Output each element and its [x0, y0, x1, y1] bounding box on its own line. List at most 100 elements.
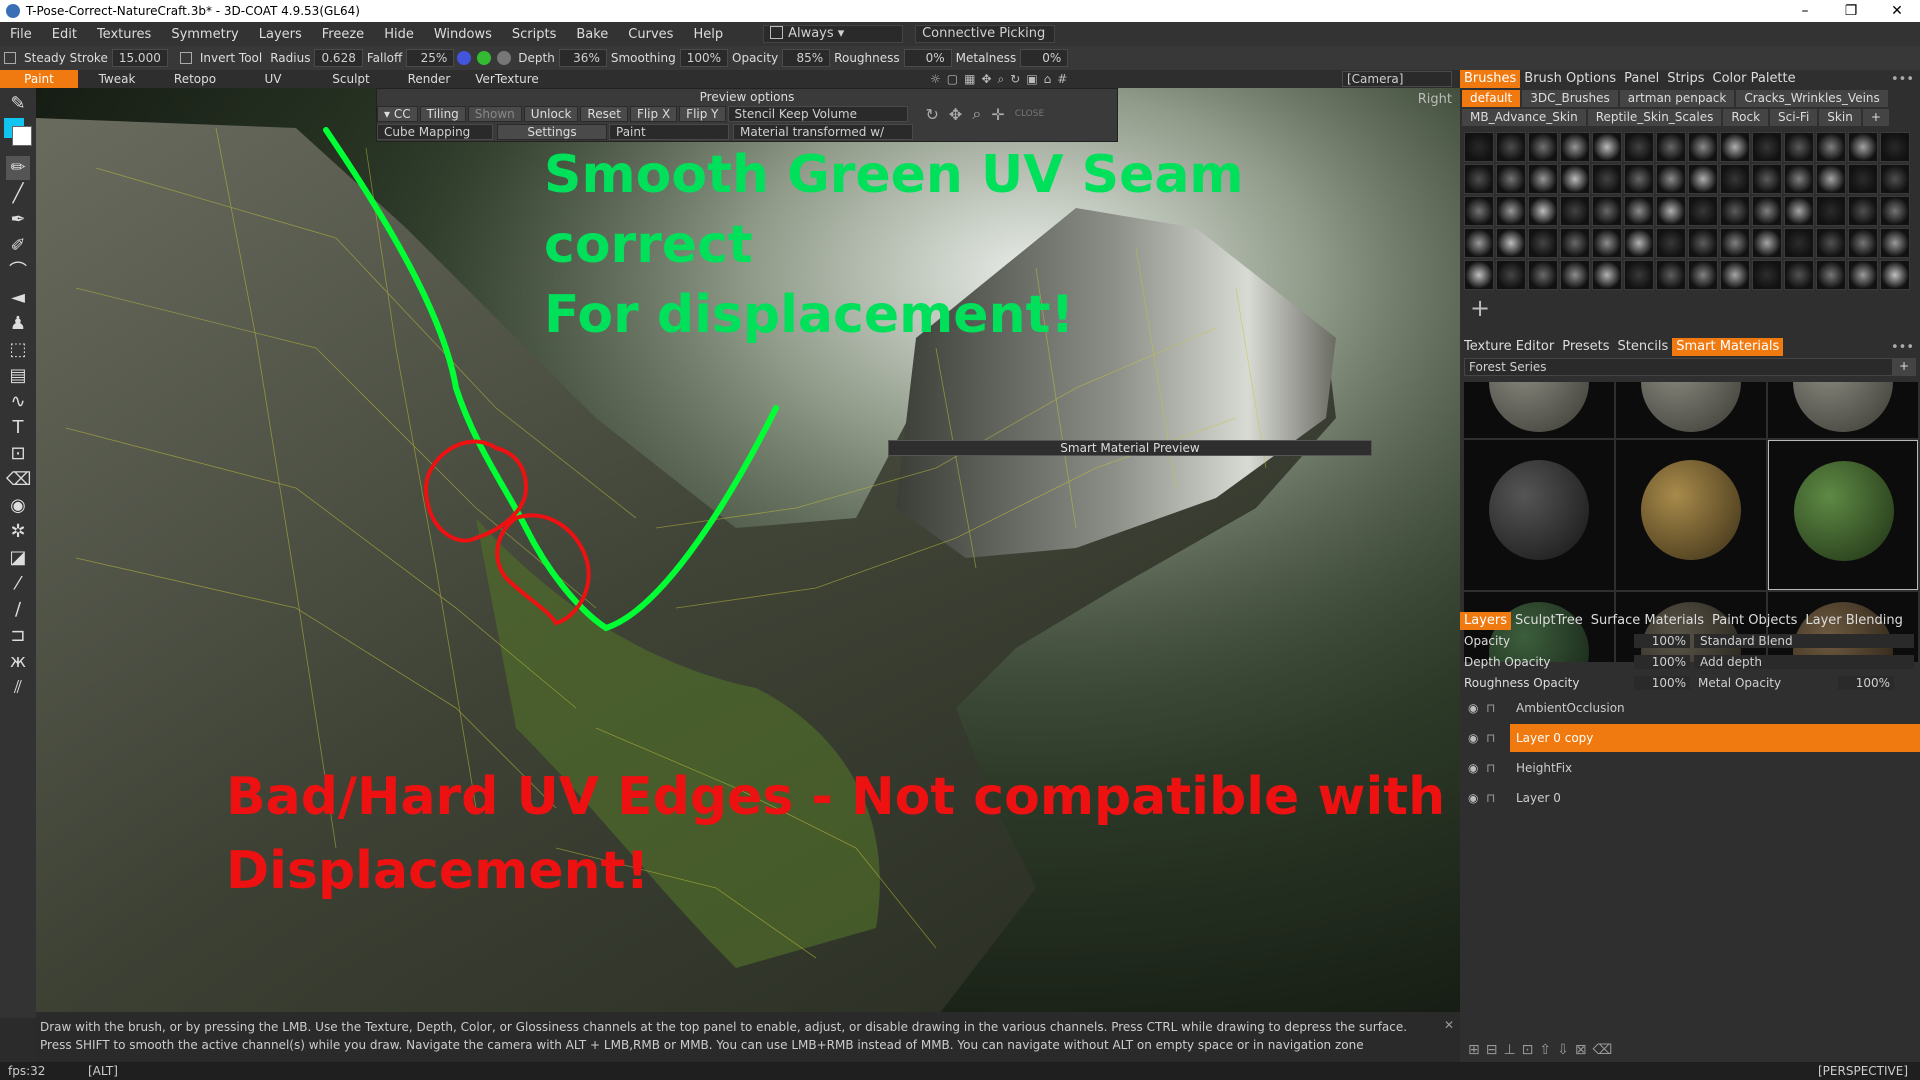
lock-icon[interactable]: ⊓: [1486, 791, 1510, 805]
brush-thumb[interactable]: [1496, 260, 1526, 290]
settings-button[interactable]: Settings: [497, 124, 607, 140]
depth-opacity-value[interactable]: 100%: [1634, 654, 1690, 669]
brush-pack-cracks[interactable]: Cracks_Wrinkles_Veins: [1736, 90, 1888, 107]
more-icon[interactable]: •••: [1891, 72, 1920, 87]
brush-pack-scifi[interactable]: Sci-Fi: [1770, 109, 1818, 126]
brush-thumb[interactable]: [1720, 164, 1750, 194]
tab-panel[interactable]: Panel: [1620, 70, 1663, 88]
viewport-3d[interactable]: Preview options ▾ CC Tiling Shown Unlock…: [36, 88, 1460, 1018]
picker-icon[interactable]: ⁄: [6, 572, 30, 596]
menu-hide[interactable]: Hide: [374, 27, 424, 42]
brush-thumb[interactable]: [1720, 228, 1750, 258]
stamp-icon[interactable]: ♟: [6, 312, 30, 336]
brush-thumb[interactable]: [1816, 132, 1846, 162]
brush-thumb[interactable]: [1560, 164, 1590, 194]
tab-tweak[interactable]: Tweak: [78, 70, 156, 88]
brush-thumb[interactable]: [1560, 228, 1590, 258]
layer-action-icons[interactable]: ⊞⊟⊥⊡⇧⇩⊠⌫: [1468, 1042, 1618, 1058]
brush-thumb[interactable]: [1528, 228, 1558, 258]
close-preview-button[interactable]: CLOSE: [1015, 109, 1044, 119]
always-dropdown[interactable]: Always ▾: [763, 25, 904, 43]
tab-uv[interactable]: UV: [234, 70, 312, 88]
spline-icon[interactable]: ∿: [6, 390, 30, 414]
camera-dropdown[interactable]: [Camera]: [1342, 71, 1452, 87]
brush-thumb[interactable]: [1752, 164, 1782, 194]
menu-file[interactable]: File: [0, 27, 42, 42]
zoom-icon[interactable]: ⌕: [998, 72, 1005, 87]
brush-pack-artman[interactable]: artman penpack: [1619, 90, 1735, 107]
brush-thumb[interactable]: [1624, 164, 1654, 194]
menu-help[interactable]: Help: [683, 27, 733, 42]
gray-sphere-icon[interactable]: [497, 51, 512, 65]
smart-material-preview[interactable]: Smart Material Preview: [888, 440, 1372, 456]
brush-thumb[interactable]: [1656, 228, 1686, 258]
brush-thumb[interactable]: [1496, 196, 1526, 226]
brush-thumb[interactable]: [1624, 260, 1654, 290]
menu-edit[interactable]: Edit: [42, 27, 87, 42]
tab-presets[interactable]: Presets: [1558, 338, 1613, 356]
close-hint-icon[interactable]: ✕: [1444, 1016, 1454, 1034]
frame-icon[interactable]: ⬚: [6, 338, 30, 362]
brush-thumb[interactable]: [1688, 196, 1718, 226]
shown-button[interactable]: Shown: [467, 106, 522, 122]
brush-thumb[interactable]: [1848, 164, 1878, 194]
brush-thumb[interactable]: [1848, 228, 1878, 258]
brush-thumb[interactable]: [1784, 260, 1814, 290]
menu-bake[interactable]: Bake: [566, 27, 618, 42]
megaphone-icon[interactable]: ◄: [6, 286, 30, 310]
brush-thumb[interactable]: [1688, 132, 1718, 162]
brush-thumb[interactable]: [1752, 260, 1782, 290]
color-swatch[interactable]: [4, 118, 32, 146]
eye-tool-icon[interactable]: ◉: [6, 494, 30, 518]
menu-freeze[interactable]: Freeze: [312, 27, 374, 42]
brush-thumb[interactable]: [1880, 132, 1910, 162]
material-mode-select[interactable]: Material transformed w/: [733, 124, 913, 140]
brush-thumb[interactable]: [1624, 196, 1654, 226]
maximize-icon[interactable]: ❐: [1828, 0, 1874, 22]
reset-button[interactable]: Reset: [580, 106, 628, 122]
metalness-value[interactable]: 0%: [1020, 49, 1069, 67]
brush-thumb[interactable]: [1816, 228, 1846, 258]
brush-pack-skin[interactable]: Skin: [1819, 109, 1861, 126]
picking-dropdown[interactable]: Connective Picking ▾: [915, 25, 1056, 57]
menu-textures[interactable]: Textures: [87, 27, 161, 42]
brush-thumb[interactable]: [1848, 132, 1878, 162]
transform-icon[interactable]: ⊡: [6, 442, 30, 466]
eye-icon[interactable]: ◉: [1468, 791, 1486, 805]
tab-vertexture[interactable]: VerTexture: [468, 70, 546, 88]
brush-thumb[interactable]: [1752, 132, 1782, 162]
flip-x-button[interactable]: Flip X: [629, 106, 678, 122]
paint-select[interactable]: Paint: [609, 124, 729, 140]
brush-thumb[interactable]: [1784, 196, 1814, 226]
roughness-value[interactable]: 0%: [903, 49, 952, 67]
brush-thumb[interactable]: [1784, 228, 1814, 258]
brush-thumb[interactable]: [1720, 196, 1750, 226]
brush-thumb[interactable]: [1560, 196, 1590, 226]
brush-thumb[interactable]: [1528, 132, 1558, 162]
steady-stroke-checkbox[interactable]: [4, 52, 16, 64]
close-icon[interactable]: ✕: [1874, 0, 1920, 22]
brush-pack-default[interactable]: default: [1462, 90, 1521, 107]
home-icon[interactable]: ⌂: [1044, 72, 1052, 86]
brush-thumb[interactable]: [1688, 260, 1718, 290]
brush-thumb[interactable]: [1784, 164, 1814, 194]
brush-thumb[interactable]: [1688, 228, 1718, 258]
menu-curves[interactable]: Curves: [618, 27, 683, 42]
gear-tool-icon[interactable]: ✲: [6, 520, 30, 544]
tab-sculpt[interactable]: Sculpt: [312, 70, 390, 88]
brush-thumb[interactable]: [1592, 196, 1622, 226]
zoom-preview-icon[interactable]: ⌕: [972, 104, 981, 124]
brush-thumb[interactable]: [1816, 196, 1846, 226]
brush-thumb[interactable]: [1624, 132, 1654, 162]
brush-pack-rock[interactable]: Rock: [1723, 109, 1769, 126]
always-checkbox[interactable]: [770, 26, 784, 39]
grid2-icon[interactable]: #: [1057, 72, 1067, 86]
minimize-icon[interactable]: –: [1782, 0, 1828, 22]
brush-thumb[interactable]: [1592, 260, 1622, 290]
brush-thumb[interactable]: [1592, 228, 1622, 258]
tab-smart-materials[interactable]: Smart Materials: [1672, 338, 1784, 356]
tab-brushes[interactable]: Brushes: [1460, 70, 1521, 88]
flip-y-button[interactable]: Flip Y: [679, 106, 726, 122]
eye-icon[interactable]: ◉: [1468, 761, 1486, 775]
layer-row-active[interactable]: ◉ ⊓ Layer 0 copy: [1460, 723, 1920, 753]
